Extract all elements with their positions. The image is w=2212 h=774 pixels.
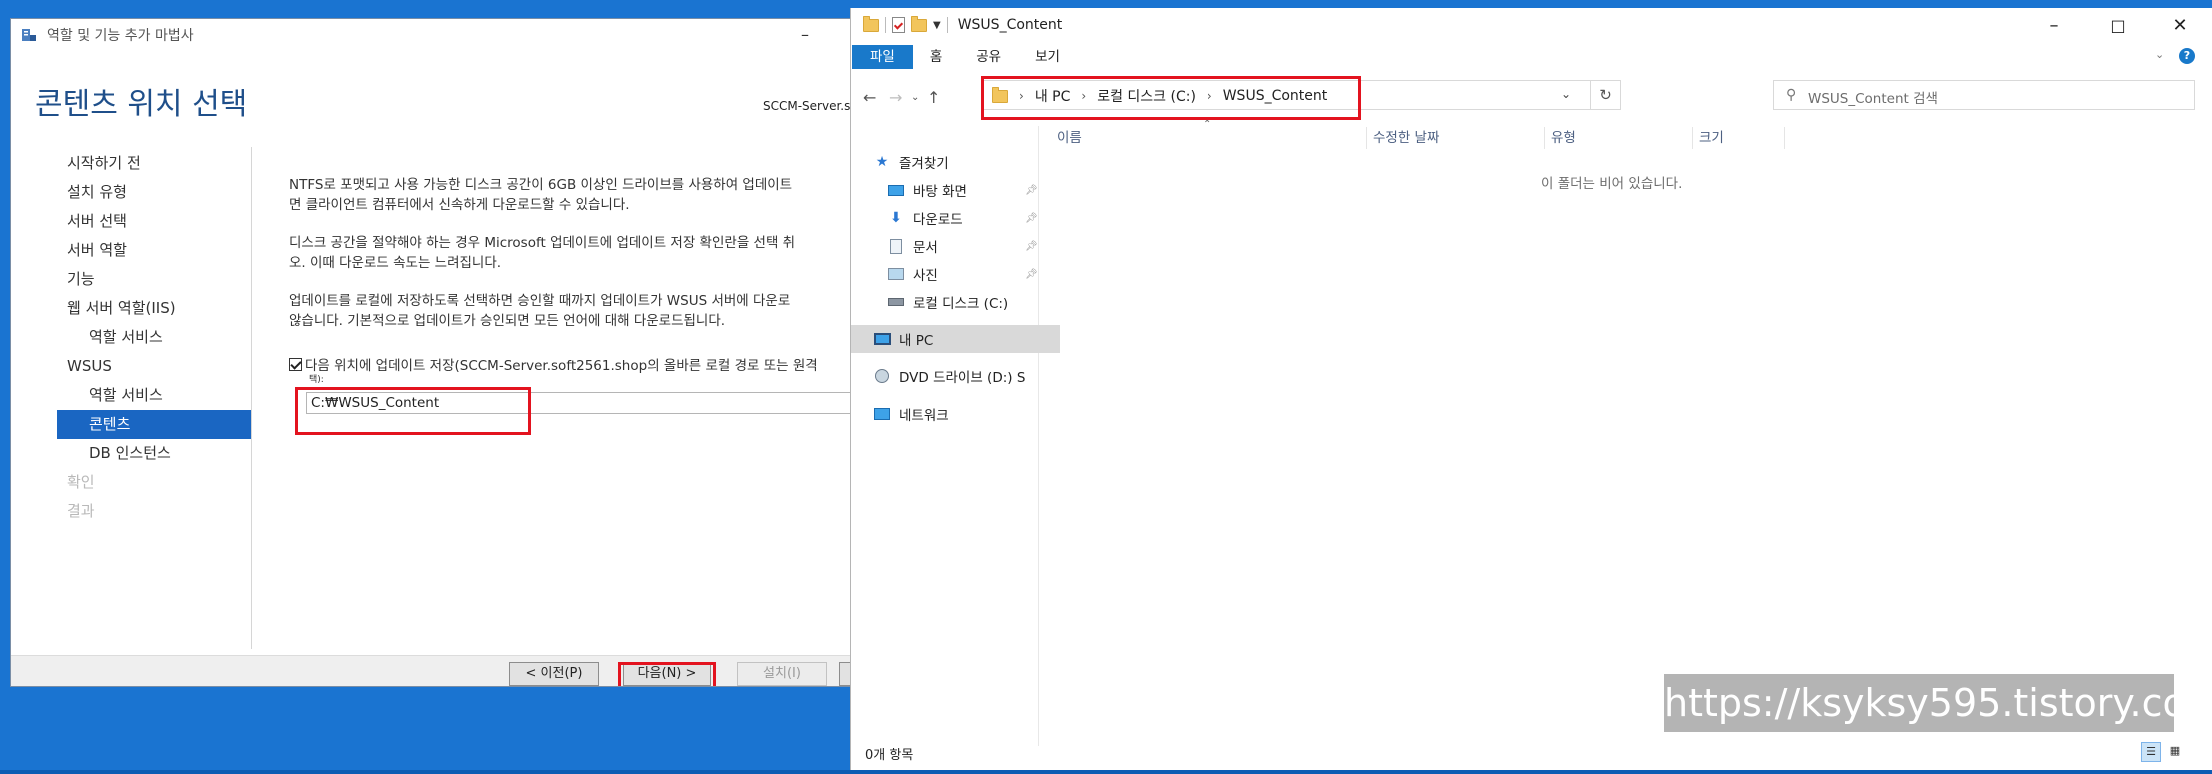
next-highlight-box xyxy=(618,662,716,686)
column-header-type[interactable]: 유형 xyxy=(1545,127,1693,149)
ribbon-tabs: 파일 홈 공유 보기 xyxy=(851,45,2212,69)
download-icon: ⬇ xyxy=(890,210,902,226)
wizard-nav-item[interactable]: 역할 서비스 xyxy=(57,381,251,410)
wizard-title: 역할 및 기능 추가 마법사 xyxy=(47,28,194,44)
store-updates-label: 다음 위치에 업데이트 저장(SCCM-Server.soft2561.shop… xyxy=(305,358,818,374)
refresh-icon[interactable]: ↻ xyxy=(1591,80,1621,110)
tree-item-network[interactable]: 네트워크 xyxy=(851,400,1060,428)
description-paragraph-2: 디스크 공간을 절약해야 하는 경우 Microsoft 업데이트에 업데이트 … xyxy=(289,235,796,271)
server-manager-icon xyxy=(21,27,37,43)
watermark: https://ksyksy595.tistory.com xyxy=(1664,674,2212,732)
nav-divider xyxy=(251,147,252,649)
store-updates-checkbox[interactable] xyxy=(289,357,302,371)
address-highlight-box xyxy=(981,76,1361,120)
maximize-button[interactable]: □ xyxy=(2091,8,2145,42)
network-icon xyxy=(873,408,891,420)
tab-share[interactable]: 공유 xyxy=(959,45,1018,69)
drive-icon xyxy=(887,298,905,306)
star-icon: ★ xyxy=(875,154,889,170)
wizard-nav-item[interactable]: DB 인스턴스 xyxy=(57,439,251,468)
expand-ribbon-chevron-icon[interactable]: ⌄ xyxy=(2155,48,2164,61)
dvd-icon xyxy=(873,369,891,383)
pin-icon: 📌︎ xyxy=(1025,184,1038,196)
pin-icon: 📌︎ xyxy=(1025,268,1038,280)
description-paragraph-1: NTFS로 포맷되고 사용 가능한 디스크 공간이 6GB 이상인 드라이브를 … xyxy=(289,177,793,213)
content-description: NTFS로 포맷되고 사용 가능한 디스크 공간이 6GB 이상인 드라이브를 … xyxy=(289,175,859,349)
wizard-nav-item[interactable]: 역할 서비스 xyxy=(57,323,251,352)
wizard-titlebar[interactable]: 역할 및 기능 추가 마법사 xyxy=(11,19,859,51)
column-header-size[interactable]: 크기 xyxy=(1693,127,1785,149)
wizard-nav-item[interactable]: 시작하기 전 xyxy=(57,149,251,178)
tree-item-pictures[interactable]: 사진 📌︎ xyxy=(851,260,1074,288)
large-icons-view-icon[interactable]: ▦ xyxy=(2165,742,2185,762)
tree-item-dvd-drive[interactable]: DVD 드라이브 (D:) S xyxy=(851,362,1060,390)
window-title: WSUS_Content xyxy=(957,17,1063,33)
store-updates-label-wrap: 택): xyxy=(309,375,324,385)
wizard-nav-item[interactable]: 기능 xyxy=(57,265,251,294)
wizard-nav-item[interactable]: 서버 역할 xyxy=(57,236,251,265)
quick-access-toolbar: ▼ xyxy=(863,15,948,33)
wizard-nav-item[interactable]: 콘텐츠 xyxy=(57,410,251,439)
tree-item-this-pc[interactable]: 내 PC xyxy=(851,325,1060,353)
page-title: 콘텐츠 위치 선택 xyxy=(35,87,248,122)
pin-icon: 📌︎ xyxy=(1025,212,1038,224)
tree-item-downloads[interactable]: ⬇ 다운로드 📌︎ xyxy=(851,204,1074,232)
description-paragraph-3: 업데이트를 로컬에 저장하도록 선택하면 승인할 때까지 업데이트가 WSUS … xyxy=(289,293,791,329)
wizard-nav-item[interactable]: 설치 유형 xyxy=(57,178,251,207)
up-arrow-icon[interactable]: ↑ xyxy=(927,88,940,107)
recent-locations-chevron-icon[interactable]: ⌄ xyxy=(911,92,919,103)
pin-icon: 📌︎ xyxy=(1025,240,1038,252)
help-icon[interactable]: ? xyxy=(2179,48,2195,64)
path-highlight-box xyxy=(295,387,531,435)
navigation-pane: ★ 즐겨찾기 바탕 화면 📌︎ ⬇ 다운로드 📌︎ 문서 📌︎ 사진 📌︎ 로컬 디스크 (… xyxy=(851,126,1060,746)
tab-home[interactable]: 홈 xyxy=(913,45,959,69)
tree-item-documents[interactable]: 문서 📌︎ xyxy=(851,232,1074,260)
wizard-minimize-button[interactable]: – xyxy=(801,25,809,44)
close-button[interactable]: ✕ xyxy=(2153,8,2207,42)
add-roles-wizard-window: 역할 및 기능 추가 마법사 – 콘텐츠 위치 선택 SCCM-Server.s… xyxy=(10,18,860,687)
wizard-nav-item[interactable]: 웹 서버 역할(IIS) xyxy=(57,294,251,323)
properties-icon[interactable] xyxy=(892,17,905,33)
wizard-nav-item: 확인 xyxy=(67,473,95,491)
file-explorer-window: ▼ WSUS_Content – □ ✕ 파일 홈 공유 보기 ⌄ ? ← → … xyxy=(850,8,2212,770)
wizard-nav-item[interactable]: WSUS xyxy=(57,352,251,381)
forward-arrow-icon[interactable]: → xyxy=(889,88,902,107)
wizard-footer: < 이전(P) 다음(N) > 설치(I) xyxy=(11,655,859,686)
status-item-count: 0개 항목 xyxy=(865,748,914,763)
search-icon: ⚲ xyxy=(1786,87,1797,103)
tree-item-desktop[interactable]: 바탕 화면 📌︎ xyxy=(851,176,1074,204)
desktop-icon xyxy=(887,184,905,196)
this-pc-icon xyxy=(873,333,891,345)
customize-toolbar-chevron-icon[interactable]: ▼ xyxy=(933,20,941,31)
pictures-icon xyxy=(887,268,905,280)
document-icon xyxy=(887,238,905,254)
toolbar-separator xyxy=(885,17,886,33)
explorer-titlebar[interactable]: ▼ WSUS_Content xyxy=(851,8,2212,42)
wizard-nav-item[interactable]: 서버 선택 xyxy=(57,207,251,236)
wizard-nav-item: 결과 xyxy=(67,502,95,520)
back-arrow-icon[interactable]: ← xyxy=(863,88,876,107)
search-input[interactable]: WSUS_Content 검색 xyxy=(1808,87,1938,107)
store-updates-option[interactable]: 다음 위치에 업데이트 저장(SCCM-Server.soft2561.shop… xyxy=(289,354,818,374)
details-view-icon[interactable]: ☰ xyxy=(2141,742,2161,762)
column-header-name[interactable]: 이름 xyxy=(1051,127,1367,149)
empty-folder-message: 이 폴더는 비어 있습니다. xyxy=(1541,176,1683,192)
address-dropdown-chevron-icon[interactable]: ⌄ xyxy=(1561,87,1571,101)
previous-button[interactable]: < 이전(P) xyxy=(509,662,599,686)
install-button: 설치(I) xyxy=(737,662,827,686)
tree-item-local-disk[interactable]: 로컬 디스크 (C:) xyxy=(851,288,1074,316)
tree-item-favorites[interactable]: ★ 즐겨찾기 xyxy=(851,148,1060,176)
column-header-date-modified[interactable]: 수정한 날짜 xyxy=(1367,127,1545,149)
search-box[interactable]: ⚲ WSUS_Content 검색 xyxy=(1773,80,2195,110)
tab-view[interactable]: 보기 xyxy=(1018,45,1077,69)
new-folder-icon[interactable] xyxy=(911,15,927,32)
folder-icon xyxy=(863,15,879,32)
destination-server: SCCM-Server.sc xyxy=(763,99,857,113)
tab-file[interactable]: 파일 xyxy=(852,45,913,69)
minimize-button[interactable]: – xyxy=(2027,8,2081,42)
taskbar-edge xyxy=(0,770,2212,774)
wizard-nav: 시작하기 전 설치 유형 서버 선택 서버 역할 기능 웹 서버 역할(IIS) 역할 서비… xyxy=(57,149,251,526)
toolbar-separator xyxy=(946,17,948,33)
